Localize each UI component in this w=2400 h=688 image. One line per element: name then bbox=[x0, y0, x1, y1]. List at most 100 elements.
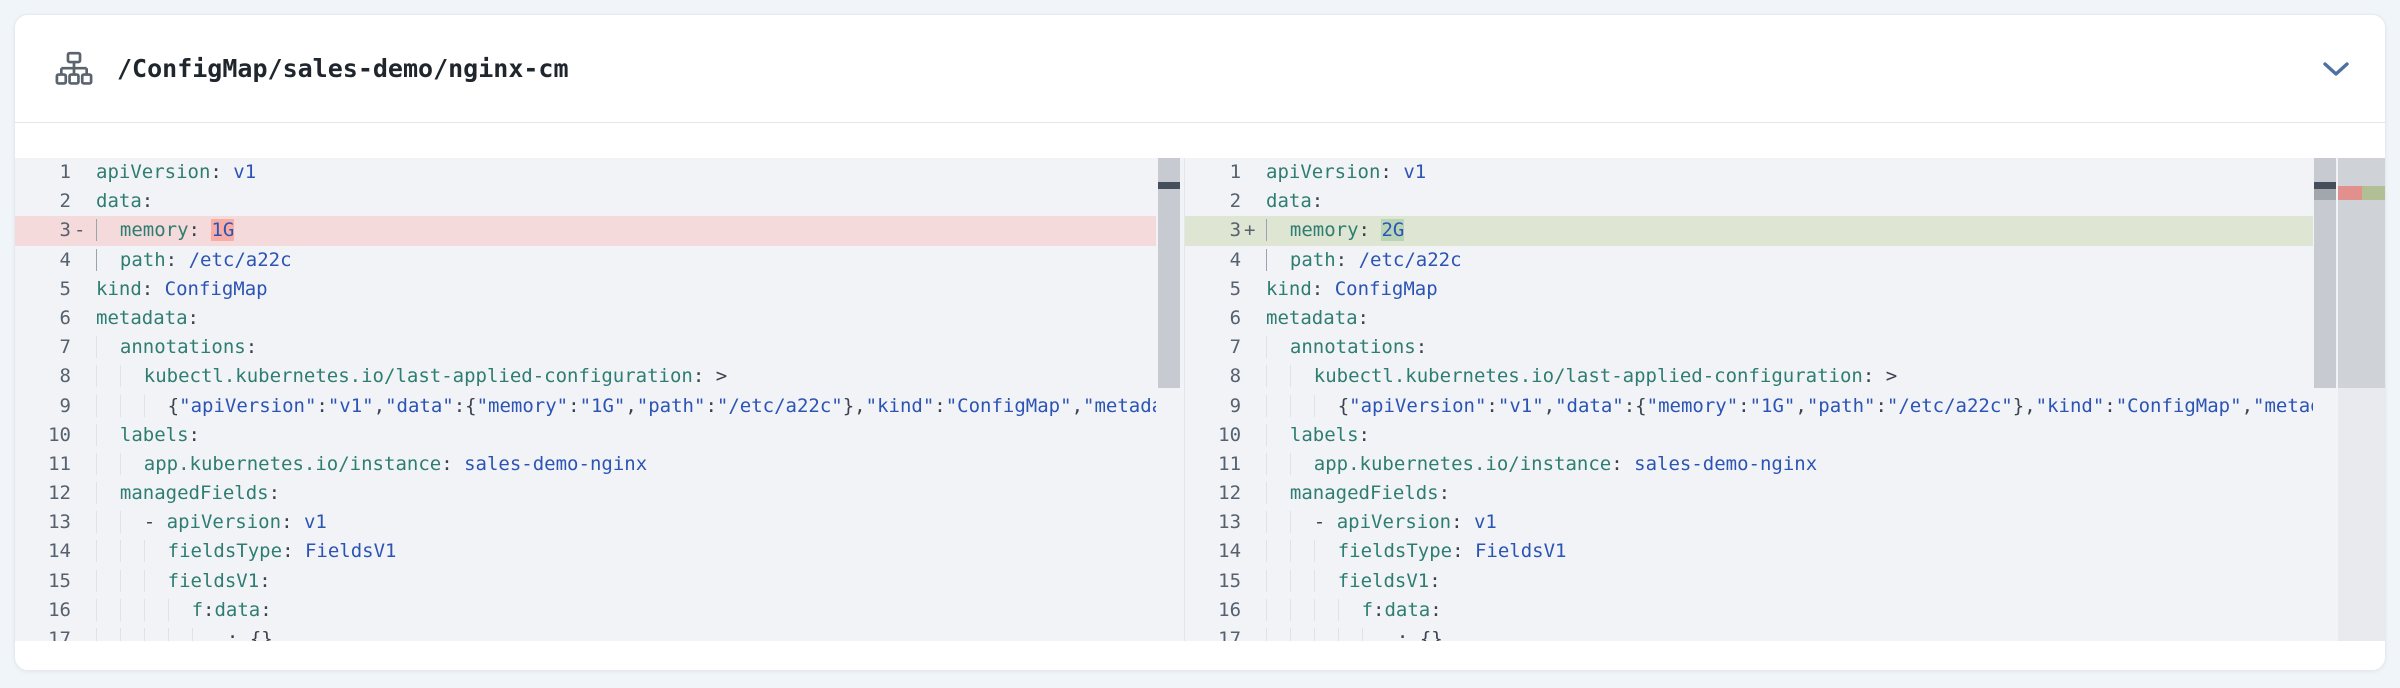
code-line-2[interactable]: 2 data: bbox=[15, 187, 1156, 216]
original-code-area[interactable]: 1apiVersion: v12 data:3- memory: 1G4 path… bbox=[15, 158, 1156, 641]
code-token: :{ bbox=[454, 395, 477, 417]
indent-guide bbox=[96, 628, 120, 641]
code-token: "apiVersion" bbox=[179, 395, 316, 417]
code-line-15[interactable]: 15 fieldsV1: bbox=[15, 567, 1156, 596]
code-token: apiVersion bbox=[1266, 161, 1380, 183]
code-line-12[interactable]: 12 managedFields: bbox=[1185, 479, 2313, 508]
indent-guide bbox=[1314, 570, 1338, 592]
indent-guide bbox=[1266, 395, 1290, 417]
code-line-5[interactable]: 5kind: ConfigMap bbox=[15, 275, 1156, 304]
code-line-16[interactable]: 16 f:data: bbox=[15, 596, 1156, 625]
diff-editor: 1apiVersion: v12data:3- memory: 1G4 path… bbox=[15, 158, 2385, 641]
code-token: : bbox=[166, 249, 177, 271]
code-line-15[interactable]: 15 fieldsV1: bbox=[1185, 567, 2313, 596]
code-line-7[interactable]: 7 annotations: bbox=[15, 333, 1156, 362]
code-line-4[interactable]: 4 path: /etc/a22c bbox=[1185, 246, 2313, 275]
code-token: "/etc/a22c" bbox=[717, 395, 843, 417]
indent-guide bbox=[144, 628, 168, 641]
code-token: {} bbox=[250, 628, 273, 641]
indent-guide bbox=[96, 599, 120, 621]
code-line-11[interactable]: 11 app.kubernetes.io/instance: sales-dem… bbox=[15, 450, 1156, 479]
code-token bbox=[1323, 278, 1334, 300]
code-token: annotations bbox=[120, 336, 246, 358]
code-text: fieldsType: FieldsV1 bbox=[1266, 537, 1566, 566]
line-number: 11 bbox=[15, 450, 71, 479]
code-token: /etc/a22c bbox=[189, 249, 292, 271]
code-token: : bbox=[1312, 190, 1323, 212]
code-token: > bbox=[716, 365, 727, 387]
code-line-8[interactable]: 8 kubectl.kubernetes.io/last-applied-con… bbox=[15, 362, 1156, 391]
code-line-3[interactable]: 3+ memory: 2G bbox=[1185, 216, 2313, 245]
code-token: "data" bbox=[1555, 395, 1624, 417]
diff-sign bbox=[71, 567, 96, 596]
code-line-2[interactable]: 2data: bbox=[1185, 187, 2313, 216]
code-token: : bbox=[1359, 424, 1370, 446]
code-line-8[interactable]: 8 kubectl.kubernetes.io/last-applied-con… bbox=[1185, 362, 2313, 391]
code-token: "path" bbox=[1807, 395, 1876, 417]
code-line-4[interactable]: 4 path: /etc/a22c bbox=[15, 246, 1156, 275]
code-text: annotations: bbox=[96, 333, 257, 362]
code-token: , bbox=[1072, 395, 1083, 417]
code-line-9[interactable]: 9 {"apiVersion":"v1","data":{"memory":"1… bbox=[1185, 392, 2313, 421]
code-token: fieldsType bbox=[1338, 540, 1452, 562]
code-token: : bbox=[1451, 511, 1462, 533]
original-scrollbar-thumb[interactable] bbox=[1158, 158, 1180, 388]
indent-guide bbox=[1290, 570, 1314, 592]
code-line-6[interactable]: 6metadata: bbox=[15, 304, 1156, 333]
code-line-6[interactable]: 6metadata: bbox=[1185, 304, 2313, 333]
collapse-toggle[interactable] bbox=[2321, 60, 2351, 78]
indent-guide bbox=[144, 599, 168, 621]
indent-guide bbox=[1314, 395, 1338, 417]
code-text: data: bbox=[96, 187, 153, 216]
code-line-10[interactable]: 10 labels: bbox=[1185, 421, 2313, 450]
code-token: { bbox=[168, 395, 179, 417]
code-token bbox=[200, 219, 211, 241]
code-token: path bbox=[1290, 249, 1336, 271]
code-token: app.kubernetes.io/instance bbox=[144, 453, 441, 475]
code-line-17[interactable]: 17 .: {} bbox=[1185, 625, 2313, 641]
diff-sign bbox=[1241, 246, 1266, 275]
diff-sign: + bbox=[1241, 216, 1266, 245]
code-token: FieldsV1 bbox=[305, 540, 397, 562]
code-line-14[interactable]: 14 fieldsType: FieldsV1 bbox=[15, 537, 1156, 566]
code-token: v1 bbox=[233, 161, 256, 183]
code-line-17[interactable]: 17 .: {} bbox=[15, 625, 1156, 641]
line-number: 2 bbox=[15, 187, 71, 216]
code-token: : bbox=[269, 482, 280, 504]
diff-sign bbox=[71, 187, 96, 216]
indent-guide bbox=[1290, 395, 1314, 417]
code-token: : bbox=[705, 395, 716, 417]
line-number: 8 bbox=[1185, 362, 1241, 391]
code-line-12[interactable]: 12 managedFields: bbox=[15, 479, 1156, 508]
line-number: 3 bbox=[1185, 216, 1241, 245]
code-line-1[interactable]: 1apiVersion: v1 bbox=[1185, 158, 2313, 187]
code-line-7[interactable]: 7 annotations: bbox=[1185, 333, 2313, 362]
code-line-16[interactable]: 16 f:data: bbox=[1185, 596, 2313, 625]
code-text: {"apiVersion":"v1","data":{"memory":"1G"… bbox=[1266, 392, 2313, 421]
diff-sign bbox=[1241, 508, 1266, 537]
code-line-14[interactable]: 14 fieldsType: FieldsV1 bbox=[1185, 537, 2313, 566]
code-token: apiVersion bbox=[1337, 511, 1451, 533]
indent-guide bbox=[96, 511, 120, 533]
indent-guide bbox=[96, 482, 120, 504]
code-text: kind: ConfigMap bbox=[1266, 275, 1438, 304]
code-text: apiVersion: v1 bbox=[96, 158, 256, 187]
modified-code-area[interactable]: 1apiVersion: v12data:3+ memory: 2G4 path… bbox=[1185, 158, 2313, 641]
code-line-5[interactable]: 5kind: ConfigMap bbox=[1185, 275, 2313, 304]
code-line-13[interactable]: 13 - apiVersion: v1 bbox=[1185, 508, 2313, 537]
code-line-9[interactable]: 9 {"apiVersion":"v1","data":{"memory":"1… bbox=[15, 392, 1156, 421]
code-line-13[interactable]: 13 - apiVersion: v1 bbox=[15, 508, 1156, 537]
code-line-10[interactable]: 10 labels: bbox=[15, 421, 1156, 450]
code-line-11[interactable]: 11 app.kubernetes.io/instance: sales-dem… bbox=[1185, 450, 2313, 479]
code-token: "memory" bbox=[1647, 395, 1739, 417]
code-token: FieldsV1 bbox=[1475, 540, 1567, 562]
indent-guide bbox=[120, 628, 144, 641]
code-line-1[interactable]: 1apiVersion: v1 bbox=[15, 158, 1156, 187]
code-token: apiVersion bbox=[167, 511, 281, 533]
code-token: , bbox=[1795, 395, 1806, 417]
page-root: { "header": { "title": "/ConfigMap/sales… bbox=[0, 0, 2400, 688]
indent-guide bbox=[1362, 628, 1386, 641]
diff-sign bbox=[71, 333, 96, 362]
code-token: "kind" bbox=[866, 395, 935, 417]
code-line-3[interactable]: 3- memory: 1G bbox=[15, 216, 1156, 245]
